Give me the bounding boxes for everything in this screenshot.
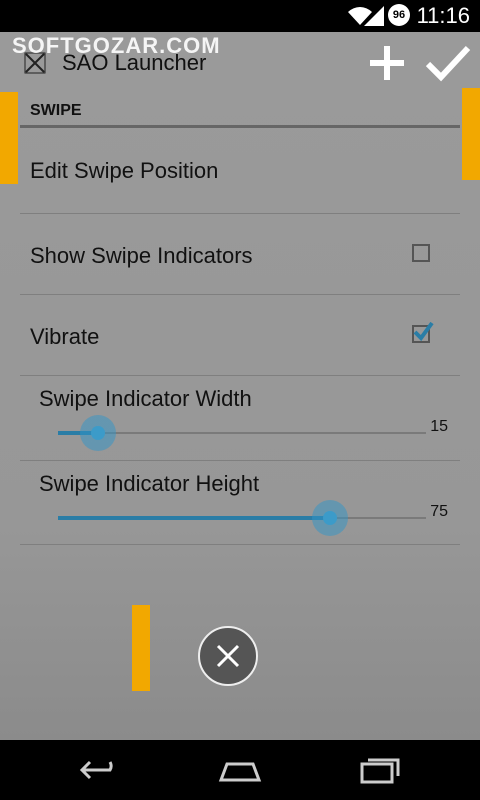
pref-label: Show Swipe Indicators [30,243,253,268]
done-button[interactable] [424,42,472,84]
slider-value: 75 [430,503,448,520]
recent-apps-icon[interactable] [358,754,404,786]
vibrate-row[interactable]: Vibrate [20,295,460,376]
width-slider-track[interactable] [58,415,426,451]
back-icon[interactable] [78,754,124,786]
swipe-indicator-left[interactable] [0,92,18,184]
check-icon [413,321,434,342]
battery-icon: 96 [388,4,410,26]
height-slider-fill [58,516,330,520]
swipe-width-slider-row: Swipe Indicator Width 15 [20,376,460,461]
status-bar: 96 11:16 [0,0,480,32]
slider-label: Swipe Indicator Height [39,471,260,496]
edit-swipe-position-row[interactable]: Edit Swipe Position [20,128,460,214]
slider-label: Swipe Indicator Width [39,386,252,411]
home-icon[interactable] [217,754,263,786]
watermark: SOFTGOZAR.COM [12,33,221,58]
height-slider-thumb[interactable] [312,500,348,536]
pref-label: Vibrate [30,324,100,349]
wifi-icon [348,7,372,25]
pref-label: Edit Swipe Position [30,158,219,183]
swipe-indicator-bottom[interactable] [132,605,150,691]
show-swipe-indicators-row[interactable]: Show Swipe Indicators [20,214,460,295]
swipe-height-slider-row: Swipe Indicator Height 75 [20,461,460,545]
section-header-swipe: SWIPE [20,94,460,128]
show-indicators-checkbox[interactable] [412,244,430,262]
width-slider-thumb[interactable] [80,415,116,451]
slider-value: 15 [430,418,448,435]
vibrate-checkbox[interactable] [412,321,434,343]
close-icon [216,644,240,668]
height-slider-track[interactable] [58,500,426,536]
swipe-indicator-right[interactable] [462,88,480,180]
add-button[interactable] [366,42,408,84]
navigation-bar [0,740,480,800]
clock: 11:16 [416,3,470,28]
close-button[interactable] [198,626,258,686]
